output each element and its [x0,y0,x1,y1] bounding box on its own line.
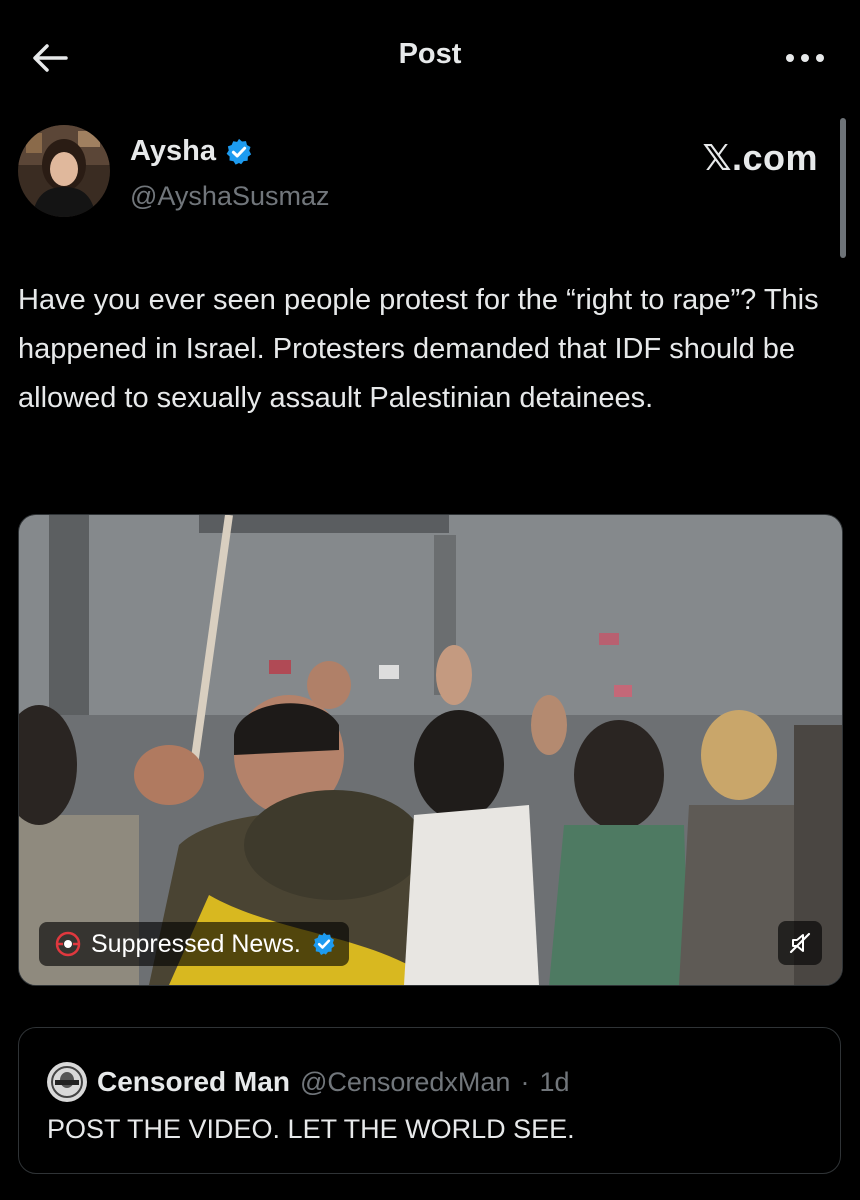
video-frame [19,515,842,985]
avatar[interactable] [18,125,110,217]
post-author: Aysha @AyshaSusmaz 𝕏.com [18,125,818,220]
author-name-text: Aysha [130,135,216,167]
separator-dot: · [520,1066,530,1097]
mute-button[interactable] [778,921,822,965]
verified-badge-icon [313,932,335,955]
verified-badge-icon [226,138,252,165]
speaker-muted-icon [789,932,811,954]
quoted-post-header: Censored Man @CensoredxMan · 1d [47,1062,570,1102]
news-logo-icon [55,931,81,957]
quoted-author-handle[interactable]: @CensoredxMan [300,1067,511,1098]
quoted-post[interactable]: Censored Man @CensoredxMan · 1d POST THE… [18,1027,841,1174]
source-watermark: Suppressed News. [39,922,349,966]
scrollbar[interactable] [840,118,846,258]
page-title: Post [398,38,462,70]
post-video[interactable]: Suppressed News. [18,514,843,986]
author-handle[interactable]: @AyshaSusmaz [130,181,330,212]
author-name[interactable]: Aysha [130,135,254,168]
more-horizontal-icon [786,54,824,62]
quoted-author-name[interactable]: Censored Man [97,1066,290,1098]
quoted-avatar[interactable] [47,1062,87,1102]
watermark-text: Suppressed News. [91,929,301,958]
more-options-button[interactable] [778,40,832,76]
quoted-post-time: 1d [539,1066,570,1097]
quoted-post-text: POST THE VIDEO. LET THE WORLD SEE. [47,1114,575,1144]
post-text: Have you ever seen people protest for th… [18,284,819,414]
x-logo: 𝕏.com [702,137,818,178]
top-bar: Post [0,0,860,115]
